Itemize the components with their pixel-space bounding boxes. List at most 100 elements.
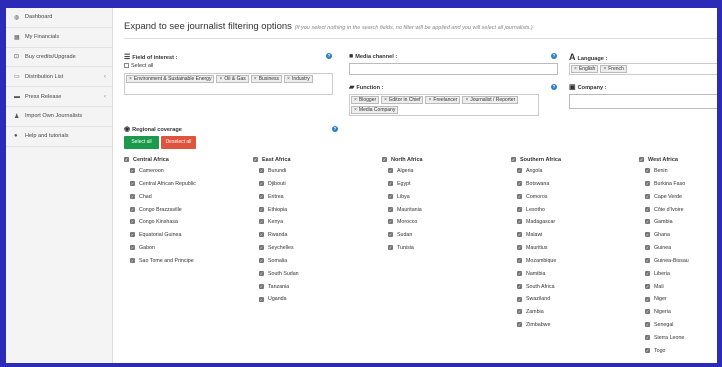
checkbox-checked-icon[interactable]: ✓ (517, 270, 522, 276)
country-checkbox[interactable]: ✓ Togo (639, 348, 689, 361)
checkbox-checked-icon[interactable]: ✓ (388, 180, 393, 186)
remove-tag-icon[interactable]: × (354, 107, 357, 113)
sidebar-item[interactable]: ◍ Dashboard (6, 8, 112, 28)
country-checkbox[interactable]: ✓ Guinea-Bissau (639, 258, 689, 271)
country-checkbox[interactable]: ✓ Congo Brazzaville (124, 207, 196, 220)
checkbox-checked-icon[interactable]: ✓ (388, 245, 393, 251)
checkbox-checked-icon[interactable]: ✓ (130, 193, 135, 199)
filter-panel-toggle[interactable]: Expand to see journalist filtering optio… (124, 21, 533, 32)
checkbox-checked-icon[interactable]: ✓ (517, 296, 522, 302)
checkbox-checked-icon[interactable]: ✓ (259, 193, 264, 199)
remove-tag-icon[interactable]: × (354, 97, 357, 103)
checkbox-checked-icon[interactable]: ✓ (130, 258, 135, 263)
country-checkbox[interactable]: ✓ Congo Kinshasa (124, 219, 196, 232)
regional-coverage-help-icon[interactable]: ? (332, 126, 338, 132)
country-checkbox[interactable]: ✓ Swaziland (511, 296, 561, 309)
checkbox-checked-icon[interactable]: ✓ (517, 258, 522, 263)
country-checkbox[interactable]: ✓ Angola (511, 168, 561, 181)
checkbox-checked-icon[interactable]: ✓ (645, 309, 650, 315)
sidebar-item[interactable]: ⊡ Buy credits/Upgrade (6, 48, 112, 68)
checkbox-checked-icon[interactable]: ✓ (130, 232, 135, 238)
country-checkbox[interactable]: ✓ Nigeria (639, 309, 689, 322)
checkbox-checked-icon[interactable]: ✓ (388, 193, 393, 199)
sidebar-item[interactable]: ▦ My Financials (6, 28, 112, 48)
checkbox-checked-icon[interactable]: ✓ (645, 347, 650, 353)
country-checkbox[interactable]: ✓ Tanzania (253, 284, 299, 297)
country-checkbox[interactable]: ✓ Liberia (639, 271, 689, 284)
checkbox-checked-icon[interactable]: ✓ (130, 206, 135, 212)
checkbox-checked-icon[interactable]: ✓ (259, 258, 264, 263)
checkbox-checked-icon[interactable]: ✓ (382, 157, 387, 163)
checkbox-checked-icon[interactable]: ✓ (517, 283, 522, 289)
checkbox-checked-icon[interactable]: ✓ (511, 157, 516, 163)
sidebar-item[interactable]: ● Help and tutorials (6, 127, 112, 147)
country-checkbox[interactable]: ✓ Central African Republic (124, 181, 196, 194)
company-input[interactable] (569, 94, 717, 109)
country-checkbox[interactable]: ✓ Uganda (253, 296, 299, 309)
country-checkbox[interactable]: ✓ Mauritania (382, 207, 423, 220)
sidebar-item[interactable]: ♟ Import Own Journalists (6, 107, 112, 127)
country-checkbox[interactable]: ✓ Comoros (511, 194, 561, 207)
checkbox-checked-icon[interactable]: ✓ (259, 283, 264, 289)
remove-tag-icon[interactable]: × (219, 76, 222, 82)
checkbox-checked-icon[interactable]: ✓ (645, 206, 650, 212)
country-checkbox[interactable]: ✓ Djibouti (253, 181, 299, 194)
country-checkbox[interactable]: ✓ Rwanda (253, 232, 299, 245)
country-checkbox[interactable]: ✓ Equatorial Guinea (124, 232, 196, 245)
checkbox-checked-icon[interactable]: ✓ (124, 157, 129, 163)
country-checkbox[interactable]: ✓ Mali (639, 284, 689, 297)
country-checkbox[interactable]: ✓ Cape Verde (639, 194, 689, 207)
checkbox-checked-icon[interactable]: ✓ (253, 157, 258, 163)
country-checkbox[interactable]: ✓ Ethiopia (253, 207, 299, 220)
checkbox-checked-icon[interactable]: ✓ (517, 309, 522, 315)
checkbox-checked-icon[interactable]: ✓ (645, 219, 650, 225)
sidebar-item[interactable]: ▬ Press Release ‹ (6, 87, 112, 107)
checkbox-checked-icon[interactable]: ✓ (645, 180, 650, 186)
country-checkbox[interactable]: ✓ Eritrea (253, 194, 299, 207)
field-of-interest-select[interactable]: × Environment & Sustainable Energy × Oil & … (124, 73, 333, 95)
checkbox-checked-icon[interactable]: ✓ (517, 219, 522, 225)
function-select[interactable]: × Blogger × Editor in Chief × Freelancer × Jour… (349, 94, 539, 116)
country-checkbox[interactable]: ✓ Morocco (382, 219, 423, 232)
checkbox-checked-icon[interactable]: ✓ (645, 232, 650, 238)
field-of-interest-help-icon[interactable]: ? (326, 53, 332, 59)
country-checkbox[interactable]: ✓ South Sudan (253, 271, 299, 284)
country-checkbox[interactable]: ✓ Burkina Faso (639, 181, 689, 194)
country-checkbox[interactable]: ✓ Zambia (511, 309, 561, 322)
country-checkbox[interactable]: ✓ Ghana (639, 232, 689, 245)
country-checkbox[interactable]: ✓ Côte d'Ivoire (639, 207, 689, 220)
checkbox-checked-icon[interactable]: ✓ (259, 232, 264, 238)
checkbox-checked-icon[interactable]: ✓ (388, 206, 393, 212)
country-checkbox[interactable]: ✓ Lesotho (511, 207, 561, 220)
country-checkbox[interactable]: ✓ Madagascar (511, 219, 561, 232)
remove-tag-icon[interactable]: × (129, 76, 132, 82)
country-checkbox[interactable]: ✓ Mozambique (511, 258, 561, 271)
checkbox-checked-icon[interactable]: ✓ (645, 258, 650, 263)
region-checkbox[interactable]: ✓ West Africa (639, 157, 689, 168)
checkbox-checked-icon[interactable]: ✓ (517, 180, 522, 186)
sidebar-item[interactable]: ▭ Distribution List ‹ (6, 67, 112, 88)
country-checkbox[interactable]: ✓ Sudan (382, 232, 423, 245)
checkbox-box[interactable] (124, 63, 129, 69)
country-checkbox[interactable]: ✓ Gambia (639, 219, 689, 232)
country-checkbox[interactable]: ✓ Libya (382, 194, 423, 207)
remove-tag-icon[interactable]: × (254, 76, 257, 82)
checkbox-checked-icon[interactable]: ✓ (645, 296, 650, 302)
country-checkbox[interactable]: ✓ South Africa (511, 284, 561, 297)
country-checkbox[interactable]: ✓ Chad (124, 194, 196, 207)
checkbox-checked-icon[interactable]: ✓ (388, 232, 393, 238)
country-checkbox[interactable]: ✓ Botswana (511, 181, 561, 194)
country-checkbox[interactable]: ✓ Somalia (253, 258, 299, 271)
country-checkbox[interactable]: ✓ Mauritius (511, 245, 561, 258)
checkbox-checked-icon[interactable]: ✓ (259, 270, 264, 276)
checkbox-checked-icon[interactable]: ✓ (645, 168, 650, 174)
country-checkbox[interactable]: ✓ Kenya (253, 219, 299, 232)
country-checkbox[interactable]: ✓ Gabon (124, 245, 196, 258)
country-checkbox[interactable]: ✓ Seychelles (253, 245, 299, 258)
checkbox-checked-icon[interactable]: ✓ (517, 245, 522, 251)
checkbox-checked-icon[interactable]: ✓ (259, 219, 264, 225)
language-select[interactable]: × English × French (569, 63, 717, 75)
checkbox-checked-icon[interactable]: ✓ (517, 206, 522, 212)
deselect-all-regions-button[interactable]: Deselect all (161, 136, 196, 149)
select-all-regions-button[interactable]: Select all (124, 136, 159, 149)
